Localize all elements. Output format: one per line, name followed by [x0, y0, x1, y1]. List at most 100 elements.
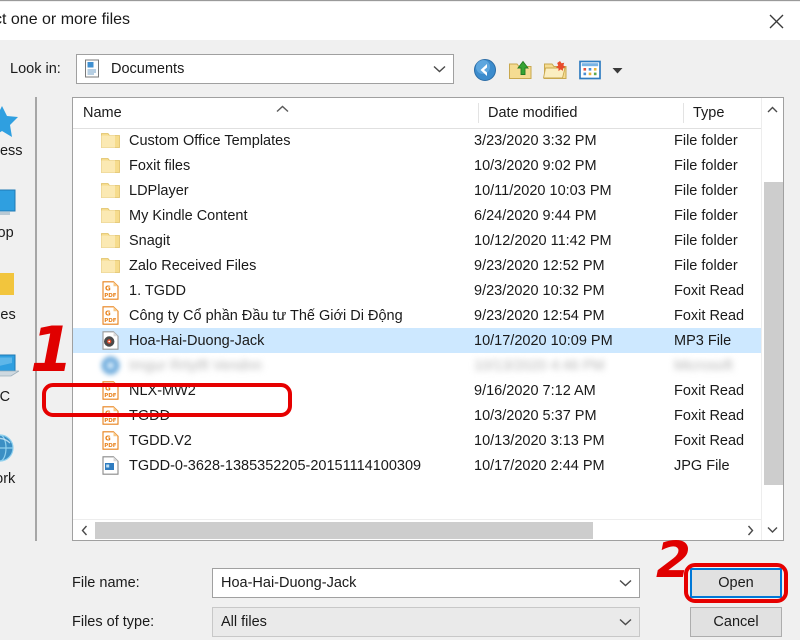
file-name-cell: Hoa-Hai-Duong-Jack — [129, 332, 265, 349]
place-libraries[interactable]: aries — [0, 265, 36, 339]
chevron-left-icon — [81, 525, 87, 535]
file-name-cell: 1. TGDD — [129, 282, 186, 299]
view-menu-button[interactable] — [577, 57, 603, 83]
table-row[interactable]: G PDF TGDD.V2 10/13/2020 3:13 PM Foxit Read — [73, 428, 761, 453]
file-name-cell: My Kindle Content — [129, 207, 248, 224]
file-name-cell: LDPlayer — [129, 182, 189, 199]
file-type-cell: File folder — [674, 232, 738, 249]
chevron-down-icon[interactable] — [425, 65, 453, 73]
file-date-cell: 6/24/2020 9:44 PM — [474, 207, 597, 224]
views-grid-icon — [579, 60, 601, 80]
files-of-type-label: Files of type: — [72, 614, 155, 630]
close-button[interactable] — [752, 2, 800, 40]
cancel-button[interactable]: Cancel — [690, 607, 782, 637]
file-type-cell: JPG File — [674, 457, 730, 474]
table-row[interactable]: Hoa-Hai-Duong-Jack 10/17/2020 10:09 PM MP3… — [73, 328, 761, 353]
folder-icon — [100, 158, 120, 173]
file-list-frame: Name Date modified Type Custom Office Te… — [72, 97, 784, 541]
file-type-cell: Foxit Read — [674, 282, 745, 299]
pdf-file-icon: GPDF — [97, 381, 123, 400]
svg-text:G: G — [105, 385, 111, 393]
view-menu-chevron-down-icon[interactable] — [610, 57, 624, 83]
scroll-right-button[interactable] — [739, 520, 761, 540]
pdf-file-icon: GPDF — [97, 306, 123, 325]
chevron-up-icon — [276, 101, 289, 117]
disc-blue-icon — [97, 356, 123, 375]
up-folder-icon — [508, 60, 531, 79]
table-row[interactable]: G PDF NLX-MW2 9/16/2020 7:12 AM Foxit Read — [73, 378, 761, 403]
quick-access-star-icon — [0, 101, 18, 141]
table-row[interactable]: G PDF Công ty Cổ phần Đầu tư Thế Giới Di Đ… — [73, 303, 761, 328]
column-header-name[interactable]: Name — [73, 98, 478, 128]
file-name-cell: Foxit files — [129, 157, 191, 174]
table-row[interactable]: G PDF TGDD 10/3/2020 5:37 PM Foxit Read — [73, 403, 761, 428]
file-date-cell: 9/23/2020 10:32 PM — [474, 282, 605, 299]
mp3-file-icon — [101, 331, 119, 350]
folder-icon — [100, 233, 120, 248]
table-row[interactable]: TGDD-0-3628-1385352205-20151114100309 10/… — [73, 453, 761, 478]
file-name-cell: Zalo Received Files — [129, 257, 257, 274]
file-type-cell: File folder — [674, 157, 738, 174]
new-folder-icon — [542, 60, 566, 79]
column-header-label: Date modified — [488, 105, 578, 121]
place-desktop[interactable]: ktop — [0, 183, 36, 257]
file-type-cell: Foxit Read — [674, 407, 745, 424]
folder-icon — [97, 257, 123, 274]
vertical-scrollbar[interactable] — [761, 98, 783, 540]
file-type-cell: File folder — [674, 132, 738, 149]
table-row[interactable]: Foxit files 10/3/2020 9:02 PM File folder — [73, 153, 761, 178]
table-row[interactable]: G PDF 1. TGDD 9/23/2020 10:32 PM Foxit Read — [73, 278, 761, 303]
files-of-type-value: All files — [221, 614, 267, 630]
scroll-left-button[interactable] — [73, 520, 95, 540]
column-headers: Name Date modified Type — [73, 98, 783, 129]
new-folder-button[interactable] — [542, 57, 568, 83]
vertical-scroll-thumb[interactable] — [764, 182, 783, 485]
table-row[interactable]: Snagit 10/12/2020 11:42 PM File folder — [73, 228, 761, 253]
file-date-cell: 10/3/2020 9:02 PM — [474, 157, 597, 174]
column-header-date-modified[interactable]: Date modified — [478, 98, 683, 128]
file-date-cell: 10/13/2020 4:46 PM — [474, 357, 605, 374]
file-date-cell: 10/12/2020 11:42 PM — [474, 232, 612, 249]
file-type-cell: Microsoft — [674, 357, 733, 374]
close-icon — [769, 14, 783, 28]
back-button[interactable] — [472, 57, 498, 83]
column-header-type[interactable]: Type — [683, 98, 761, 128]
folder-icon — [97, 207, 123, 224]
file-type-cell: File folder — [674, 257, 738, 274]
svg-text:PDF: PDF — [104, 418, 117, 424]
horizontal-scroll-thumb[interactable] — [95, 522, 593, 539]
chevron-down-icon[interactable] — [611, 579, 639, 587]
look-in-value: Documents — [111, 61, 185, 77]
folder-icon — [100, 183, 120, 198]
libraries-folder-icon — [0, 265, 18, 305]
svg-text:G: G — [105, 410, 111, 418]
look-in-combobox[interactable]: Documents — [76, 54, 454, 84]
table-row[interactable]: Imgur Rrtytft Vendnn 10/13/2020 4:46 PM Mi… — [73, 353, 761, 378]
horizontal-scrollbar[interactable] — [73, 519, 761, 540]
scroll-up-button[interactable] — [762, 98, 783, 120]
up-folder-button[interactable] — [507, 57, 533, 83]
look-in-label: Look in: — [10, 61, 61, 77]
file-name-cell: Công ty Cổ phần Đầu tư Thế Giới Di Động — [129, 307, 403, 324]
jpg-file-icon — [97, 456, 123, 475]
open-button[interactable]: Open — [690, 568, 782, 598]
file-date-cell: 10/11/2020 10:03 PM — [474, 182, 612, 199]
file-name-input[interactable]: Hoa-Hai-Duong-Jack — [212, 568, 640, 598]
place-this-pc[interactable]: PC — [0, 347, 36, 421]
place-network[interactable]: work — [0, 429, 36, 503]
place-label: ktop — [0, 225, 14, 241]
files-of-type-select[interactable]: All files — [212, 607, 640, 637]
table-row[interactable]: Custom Office Templates 3/23/2020 3:32 PM… — [73, 128, 761, 153]
place-label: access — [0, 143, 23, 159]
table-row[interactable]: LDPlayer 10/11/2020 10:03 PM File folder — [73, 178, 761, 203]
chevron-down-icon[interactable] — [611, 618, 639, 626]
scroll-down-button[interactable] — [762, 518, 783, 540]
vertical-scroll-track[interactable] — [762, 120, 783, 518]
table-row[interactable]: Zalo Received Files 9/23/2020 12:52 PM Fil… — [73, 253, 761, 278]
this-pc-icon — [0, 347, 19, 387]
folder-icon — [97, 132, 123, 149]
file-name-cell: Custom Office Templates — [129, 132, 291, 149]
pdf-file-icon: GPDF — [97, 406, 123, 425]
table-row[interactable]: My Kindle Content 6/24/2020 9:44 PM File f… — [73, 203, 761, 228]
place-quick-access[interactable]: access — [0, 101, 36, 175]
